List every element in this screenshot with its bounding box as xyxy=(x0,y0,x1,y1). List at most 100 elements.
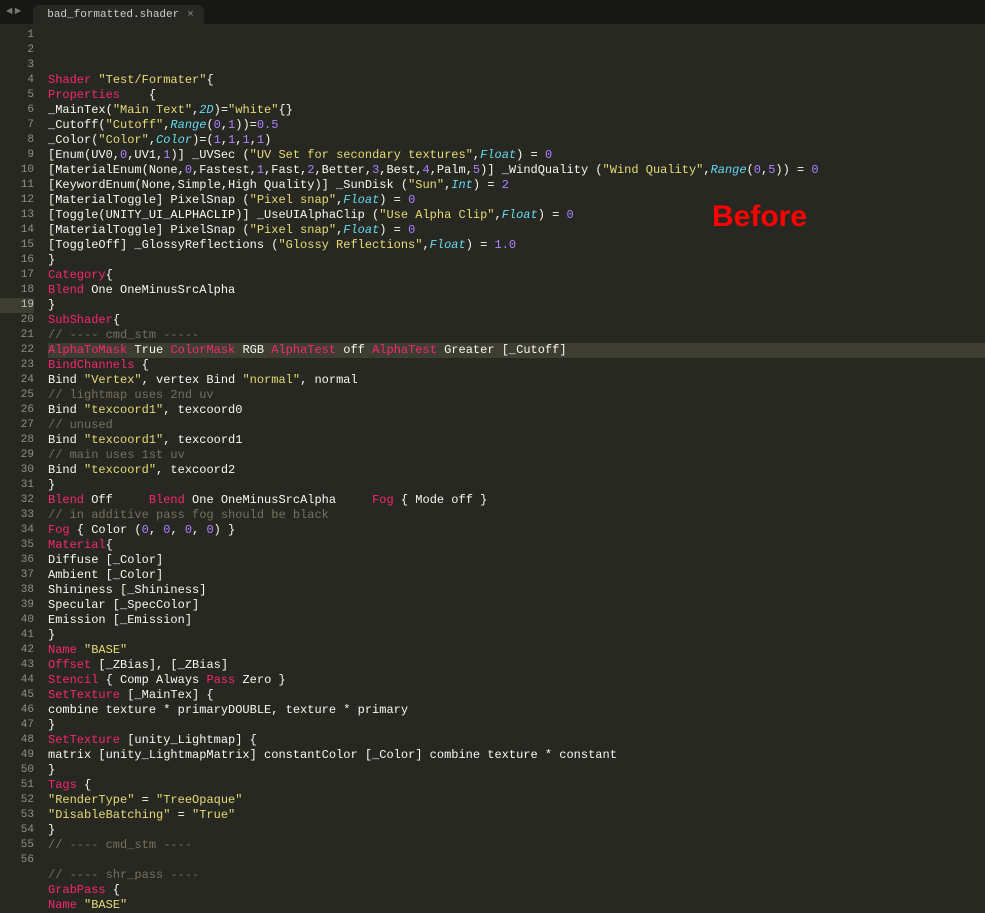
code-line[interactable]: [Toggle(UNITY_UI_ALPHACLIP)] _UseUIAlpha… xyxy=(48,208,985,223)
nav-forward-icon[interactable]: ► xyxy=(15,6,22,18)
line-number: 30 xyxy=(0,463,34,478)
code-line[interactable]: } xyxy=(48,478,985,493)
code-line[interactable]: Properties { xyxy=(48,88,985,103)
line-number: 11 xyxy=(0,178,34,193)
code-line[interactable]: [ToggleOff] _GlossyReflections ("Glossy … xyxy=(48,238,985,253)
line-number: 17 xyxy=(0,268,34,283)
code-line[interactable]: Specular [_SpecColor] xyxy=(48,598,985,613)
code-line[interactable]: GrabPass { xyxy=(48,883,985,898)
code-line[interactable]: } xyxy=(48,253,985,268)
code-line[interactable]: Blend Off Blend One OneMinusSrcAlpha Fog… xyxy=(48,493,985,508)
line-number: 7 xyxy=(0,118,34,133)
line-number: 43 xyxy=(0,658,34,673)
line-number: 22 xyxy=(0,343,34,358)
code-line[interactable]: // ---- cmd_stm ----- xyxy=(48,328,985,343)
code-line[interactable]: Ambient [_Color] xyxy=(48,568,985,583)
line-number: 20 xyxy=(0,313,34,328)
editor: 1234567891011121314151617181920212223242… xyxy=(0,24,985,871)
line-number: 31 xyxy=(0,478,34,493)
code-line[interactable]: _Cutoff("Cutoff",Range(0,1))=0.5 xyxy=(48,118,985,133)
line-number: 34 xyxy=(0,523,34,538)
code-line[interactable] xyxy=(48,853,985,868)
code-line[interactable]: [KeywordEnum(None,Simple,High Quality)] … xyxy=(48,178,985,193)
nav-arrows: ◄ ► xyxy=(0,6,27,18)
code-line[interactable]: SetTexture [_MainTex] { xyxy=(48,688,985,703)
code-line[interactable]: "DisableBatching" = "True" xyxy=(48,808,985,823)
line-number: 18 xyxy=(0,283,34,298)
code-line[interactable]: _Color("Color",Color)=(1,1,1,1) xyxy=(48,133,985,148)
line-number: 28 xyxy=(0,433,34,448)
code-line[interactable]: Bind "texcoord1", texcoord1 xyxy=(48,433,985,448)
code-line[interactable]: "RenderType" = "TreeOpaque" xyxy=(48,793,985,808)
line-number: 38 xyxy=(0,583,34,598)
line-number: 9 xyxy=(0,148,34,163)
line-number: 51 xyxy=(0,778,34,793)
code-line[interactable]: [MaterialEnum(None,0,Fastest,1,Fast,2,Be… xyxy=(48,163,985,178)
line-number: 24 xyxy=(0,373,34,388)
line-number: 49 xyxy=(0,748,34,763)
code-line[interactable]: } xyxy=(48,718,985,733)
code-line[interactable]: } xyxy=(48,298,985,313)
code-line[interactable]: AlphaToMask True ColorMask RGB AlphaTest… xyxy=(48,343,985,358)
line-number: 46 xyxy=(0,703,34,718)
code-line[interactable]: } xyxy=(48,763,985,778)
code-line[interactable]: _MainTex("Main Text",2D)="white"{} xyxy=(48,103,985,118)
code-line[interactable]: Name "BASE" xyxy=(48,898,985,913)
close-icon[interactable]: × xyxy=(187,9,194,21)
code-line[interactable]: } xyxy=(48,628,985,643)
line-number: 39 xyxy=(0,598,34,613)
code-line[interactable]: // lightmap uses 2nd uv xyxy=(48,388,985,403)
code-area[interactable]: Before Shader "Test/Formater"{Properties… xyxy=(44,24,985,871)
line-number: 5 xyxy=(0,88,34,103)
line-number: 44 xyxy=(0,673,34,688)
line-number: 33 xyxy=(0,508,34,523)
line-number: 55 xyxy=(0,838,34,853)
code-line[interactable]: matrix [unity_LightmapMatrix] constantCo… xyxy=(48,748,985,763)
code-line[interactable]: BindChannels { xyxy=(48,358,985,373)
code-line[interactable]: Bind "texcoord1", texcoord0 xyxy=(48,403,985,418)
code-line[interactable]: SetTexture [unity_Lightmap] { xyxy=(48,733,985,748)
tab-row: bad_formatted.shader × xyxy=(27,0,204,24)
code-line[interactable]: Emission [_Emission] xyxy=(48,613,985,628)
code-line[interactable]: Blend One OneMinusSrcAlpha xyxy=(48,283,985,298)
code-line[interactable]: // ---- shr_pass ---- xyxy=(48,868,985,883)
code-line[interactable]: // in additive pass fog should be black xyxy=(48,508,985,523)
code-line[interactable]: SubShader{ xyxy=(48,313,985,328)
tab-active[interactable]: bad_formatted.shader × xyxy=(33,5,204,24)
code-line[interactable]: Name "BASE" xyxy=(48,643,985,658)
code-line[interactable]: [Enum(UV0,0,UV1,1)] _UVSec ("UV Set for … xyxy=(48,148,985,163)
line-number: 8 xyxy=(0,133,34,148)
code-line[interactable]: Diffuse [_Color] xyxy=(48,553,985,568)
line-number: 53 xyxy=(0,808,34,823)
code-line[interactable]: Fog { Color (0, 0, 0, 0) } xyxy=(48,523,985,538)
code-line[interactable]: Bind "Vertex", vertex Bind "normal", nor… xyxy=(48,373,985,388)
code-line[interactable]: } xyxy=(48,823,985,838)
code-line[interactable]: Offset [_ZBias], [_ZBias] xyxy=(48,658,985,673)
nav-back-icon[interactable]: ◄ xyxy=(6,6,13,18)
line-number: 16 xyxy=(0,253,34,268)
line-number: 41 xyxy=(0,628,34,643)
line-number: 48 xyxy=(0,733,34,748)
code-line[interactable]: // main uses 1st uv xyxy=(48,448,985,463)
code-line[interactable]: Stencil { Comp Always Pass Zero } xyxy=(48,673,985,688)
line-number: 36 xyxy=(0,553,34,568)
code-line[interactable]: combine texture * primaryDOUBLE, texture… xyxy=(48,703,985,718)
line-number: 54 xyxy=(0,823,34,838)
code-line[interactable]: [MaterialToggle] PixelSnap ("Pixel snap"… xyxy=(48,193,985,208)
code-line[interactable]: Bind "texcoord", texcoord2 xyxy=(48,463,985,478)
line-number: 1 xyxy=(0,28,34,43)
line-number: 47 xyxy=(0,718,34,733)
code-line[interactable]: Tags { xyxy=(48,778,985,793)
code-line[interactable]: // unused xyxy=(48,418,985,433)
code-line[interactable]: Shader "Test/Formater"{ xyxy=(48,73,985,88)
code-line[interactable]: Shininess [_Shininess] xyxy=(48,583,985,598)
line-number: 52 xyxy=(0,793,34,808)
line-number: 40 xyxy=(0,613,34,628)
code-line[interactable]: [MaterialToggle] PixelSnap ("Pixel snap"… xyxy=(48,223,985,238)
code-line[interactable]: // ---- cmd_stm ---- xyxy=(48,838,985,853)
code-line[interactable]: Material{ xyxy=(48,538,985,553)
code-line[interactable]: Category{ xyxy=(48,268,985,283)
line-number: 15 xyxy=(0,238,34,253)
line-number: 23 xyxy=(0,358,34,373)
line-number: 45 xyxy=(0,688,34,703)
